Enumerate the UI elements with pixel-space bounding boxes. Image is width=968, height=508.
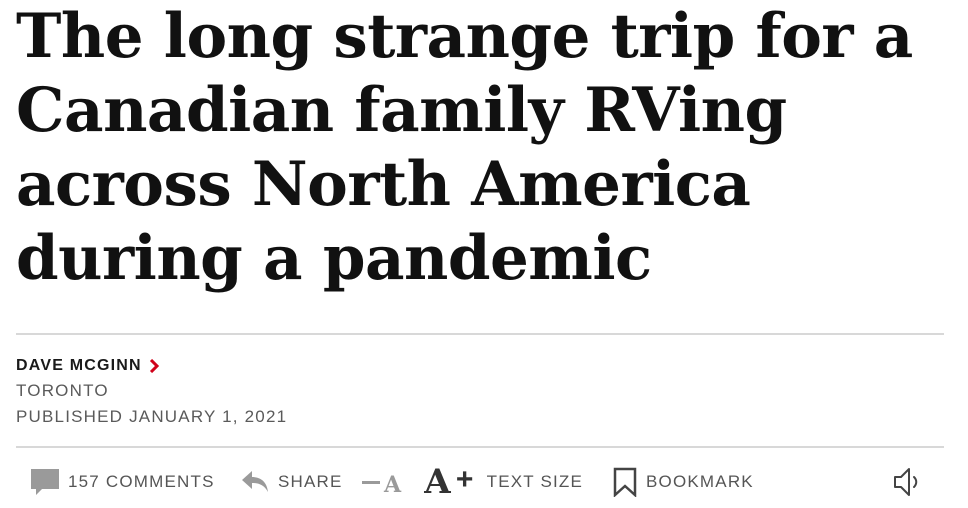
increase-text-size-button[interactable]: A + — [424, 462, 474, 502]
plus-icon: + — [455, 463, 475, 496]
article-headline: The long strange trip for a Canadian fam… — [16, 1, 913, 294]
published-date: PUBLISHED JANUARY 1, 2021 — [16, 407, 288, 426]
author-link[interactable]: DAVE MCGINN — [16, 354, 287, 378]
bookmark-button[interactable]: BOOKMARK — [612, 462, 754, 502]
text-size-label: TEXT SIZE — [486, 472, 584, 491]
byline: DAVE MCGINN TORONTO PUBLISHED JANUARY 1,… — [16, 354, 287, 430]
divider-top — [16, 333, 944, 335]
bookmark-icon — [613, 467, 637, 497]
speaker-icon — [894, 468, 918, 496]
divider-bottom — [16, 446, 944, 448]
listen-audio-button[interactable] — [892, 462, 924, 502]
comments-button[interactable]: 157 COMMENTS — [30, 462, 215, 502]
text-size-control: A A + TEXT SIZE — [362, 462, 583, 502]
speech-bubble-icon — [31, 469, 59, 495]
bookmark-label: BOOKMARK — [646, 472, 754, 491]
minus-icon — [362, 480, 380, 484]
author-name[interactable]: DAVE MCGINN — [16, 357, 142, 375]
decrease-text-size-button[interactable]: A — [362, 466, 402, 498]
share-label: SHARE — [278, 472, 343, 491]
share-button[interactable]: SHARE — [240, 462, 343, 502]
reply-arrow-icon — [242, 471, 268, 492]
article-toolbar: 157 COMMENTS SHARE A A + TEXT SIZE BOOKM… — [16, 462, 944, 502]
large-a-glyph: A — [424, 462, 452, 502]
comments-label: 157 COMMENTS — [68, 472, 215, 491]
chevron-right-icon — [149, 359, 159, 373]
dateline-location: TORONTO — [16, 381, 109, 400]
small-a-glyph: A — [384, 472, 403, 498]
